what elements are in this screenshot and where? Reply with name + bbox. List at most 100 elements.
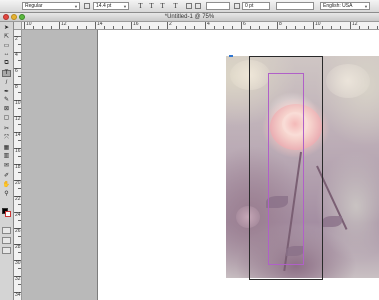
line-icon[interactable]: / (2, 80, 11, 87)
ruler-tick (113, 26, 114, 29)
ruler-label: 12 (15, 116, 21, 122)
language-select[interactable]: English: USA ▼ (320, 2, 370, 10)
zoom-icon[interactable]: ⚲ (2, 191, 11, 198)
selection-handle[interactable] (229, 55, 233, 57)
pencil-icon[interactable]: ✎ (2, 97, 11, 104)
ruler-tick (18, 156, 21, 157)
preview-mode-icon[interactable] (2, 237, 11, 244)
ruler-tick (286, 26, 287, 29)
ruler-tick (377, 26, 378, 29)
zoom-window-icon[interactable] (19, 14, 25, 20)
ruler-label: 16 (133, 22, 139, 27)
close-window-icon[interactable] (3, 14, 9, 20)
ruler-label: 18 (15, 164, 21, 170)
ruler-tick (122, 26, 123, 29)
ruler-tick (322, 26, 323, 29)
ruler-tick (68, 26, 69, 29)
pasteboard[interactable] (22, 30, 98, 300)
leading-field[interactable]: 0 pt (242, 2, 270, 10)
ruler-tick (77, 26, 78, 29)
stroke-swatch[interactable] (5, 211, 11, 217)
normal-mode-icon[interactable] (2, 227, 11, 234)
horizontal-ruler[interactable]: 10 12 14 16 2 4 6 8 10 12 (22, 22, 379, 30)
ruler-label: 30 (15, 260, 21, 266)
ruler-tick (304, 26, 305, 29)
ruler-tick (24, 22, 25, 29)
ruler-tick (205, 22, 206, 29)
ruler-tick (149, 26, 150, 29)
ruler-tick (350, 22, 351, 29)
ruler-tick (185, 26, 186, 29)
ruler-origin[interactable] (14, 22, 22, 30)
hand-icon[interactable]: ✋ (2, 182, 11, 189)
direct-selection-icon[interactable]: ⇱ (2, 34, 11, 41)
ruler-label: 32 (15, 276, 21, 282)
ruler-label: 26 (15, 228, 21, 234)
free-transform-icon[interactable]: ⤧ (2, 135, 11, 142)
eyedropper-icon[interactable]: ✐ (2, 173, 11, 180)
ruler-label: 4 (207, 22, 210, 27)
ruler-tick (18, 108, 21, 109)
scissors-icon[interactable]: ✂ (2, 126, 11, 133)
page-icon[interactable]: ▭ (2, 43, 11, 50)
rectangle-frame-icon[interactable]: ⊠ (2, 106, 11, 113)
underline-icon[interactable] (186, 3, 192, 9)
ruler-label: 10 (315, 22, 321, 27)
bokeh-highlight (326, 64, 370, 98)
ruler-tick (104, 26, 105, 29)
note-icon[interactable]: ✉ (2, 163, 11, 170)
ruler-tick (18, 76, 21, 77)
content-collector-icon[interactable]: ⧉ (2, 60, 11, 67)
selection-icon[interactable]: ➤ (2, 25, 11, 32)
language-value: English: USA (323, 3, 353, 9)
tracking-field[interactable] (206, 2, 230, 10)
font-style-value: Regular (25, 3, 43, 9)
gap-icon[interactable]: ↔ (2, 51, 11, 58)
ruler-tick (18, 236, 21, 237)
superscript-button[interactable]: T (158, 2, 167, 10)
ruler-tick (18, 60, 21, 61)
rectangle-icon[interactable]: ▢ (2, 115, 11, 122)
ruler-label: 24 (15, 212, 21, 218)
ruler-tick (18, 204, 21, 205)
chevron-down-icon: ▼ (364, 4, 368, 9)
ruler-tick (158, 26, 159, 29)
ruler-label: 6 (15, 68, 18, 74)
all-caps-button[interactable]: T (136, 2, 145, 10)
font-style-select[interactable]: Regular ▼ (22, 2, 80, 10)
minimize-window-icon[interactable] (11, 14, 17, 20)
ruler-tick (18, 268, 21, 269)
chevron-down-icon: ▼ (123, 4, 127, 9)
ruler-tick (18, 172, 21, 173)
pen-icon[interactable]: ✒ (2, 89, 11, 96)
small-caps-button[interactable]: T (147, 2, 156, 10)
ruler-tick (167, 22, 168, 29)
ruler-label: 8 (279, 22, 282, 27)
strikethrough-icon[interactable] (195, 3, 201, 9)
ruler-tick (131, 22, 132, 29)
ruler-tick (232, 26, 233, 29)
ruler-tick (340, 26, 341, 29)
font-size-field[interactable]: 14.4 pt ▼ (93, 2, 129, 10)
gradient-swatch-icon[interactable]: ▦ (2, 145, 11, 152)
ruler-tick (18, 188, 21, 189)
ruler-tick (18, 252, 21, 253)
ruler-tick (268, 26, 269, 29)
skew-field[interactable] (276, 2, 314, 10)
ruler-tick (295, 26, 296, 29)
ruler-tick (313, 22, 314, 29)
font-size-icon (84, 3, 90, 9)
ruler-tick (241, 22, 242, 29)
gradient-feather-icon[interactable]: ▥ (2, 153, 11, 160)
document-titlebar: *Untitled-1 @ 75% (0, 13, 379, 22)
tools-panel: ➤ ⇱ ▭ ↔ ⧉ T / ✒ ✎ ⊠ ▢ ✂ ⤧ ▦ ▥ ✉ ✐ ✋ ⚲ (0, 22, 14, 300)
vertical-ruler[interactable]: 2 4 6 8 10 12 14 16 18 20 22 24 26 28 30 32 34 (14, 30, 22, 300)
ruler-label: 10 (15, 100, 21, 106)
rose-leaf (322, 216, 342, 227)
text-frame[interactable] (268, 73, 304, 265)
control-bar: Regular ▼ 14.4 pt ▼ T T T T 0 pt English… (0, 0, 379, 13)
ruler-tick (51, 26, 52, 29)
screen-mode-icon[interactable] (2, 247, 11, 254)
type-icon[interactable]: T (2, 70, 11, 77)
subscript-button[interactable]: T (171, 2, 180, 10)
